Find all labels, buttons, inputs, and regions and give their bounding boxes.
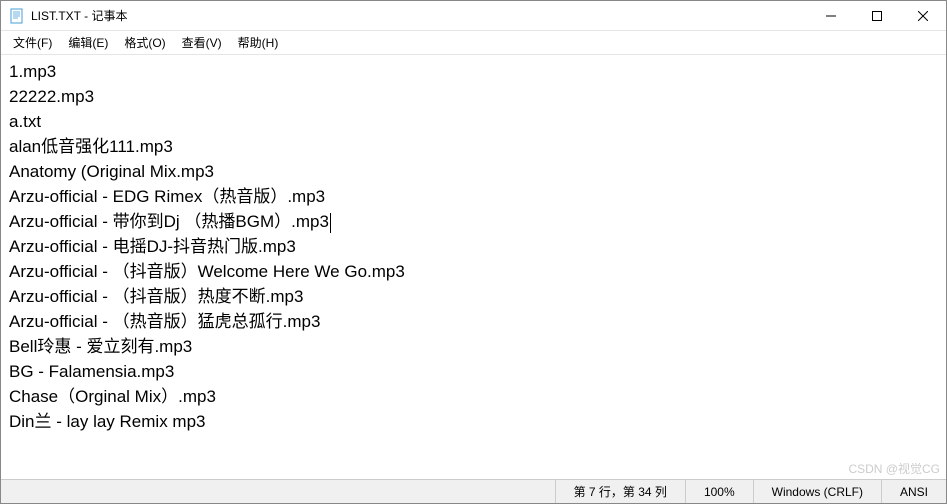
window-title: LIST.TXT - 记事本 [31, 7, 808, 24]
status-line-ending: Windows (CRLF) [753, 480, 881, 503]
text-line: Arzu-official - （抖音版）热度不断.mp3 [9, 284, 938, 309]
text-line: Arzu-official - （热音版）猛虎总孤行.mp3 [9, 309, 938, 334]
menu-format[interactable]: 格式(O) [120, 32, 169, 53]
text-line: Din兰 - lay lay Remix mp3 [9, 409, 938, 434]
text-line: BG - Falamensia.mp3 [9, 359, 938, 384]
text-line: Arzu-official - 电摇DJ-抖音热门版.mp3 [9, 234, 938, 259]
text-line: 1.mp3 [9, 59, 938, 84]
text-line: Bell玲惠 - 爱立刻有.mp3 [9, 334, 938, 359]
text-line: alan低音强化111.mp3 [9, 134, 938, 159]
menu-view[interactable]: 查看(V) [178, 32, 226, 53]
menubar: 文件(F) 编辑(E) 格式(O) 查看(V) 帮助(H) [1, 31, 946, 55]
text-line: Arzu-official - EDG Rimex（热音版）.mp3 [9, 184, 938, 209]
menu-help[interactable]: 帮助(H) [234, 32, 283, 53]
status-encoding: ANSI [881, 480, 946, 503]
menu-edit[interactable]: 编辑(E) [64, 32, 112, 53]
text-line: Chase（Orginal Mix）.mp3 [9, 384, 938, 409]
window-controls [808, 1, 946, 31]
notepad-icon [9, 8, 25, 24]
watermark: CSDN @视觉CG [848, 460, 940, 477]
maximize-button[interactable] [854, 1, 900, 31]
status-zoom: 100% [685, 480, 753, 503]
minimize-button[interactable] [808, 1, 854, 31]
text-editor-area[interactable]: 1.mp322222.mp3a.txtalan低音强化111.mp3Anatom… [1, 55, 946, 479]
text-line: Arzu-official - 带你到Dj （热播BGM）.mp3 [9, 209, 938, 234]
text-line: 22222.mp3 [9, 84, 938, 109]
text-line: a.txt [9, 109, 938, 134]
text-line: Anatomy (Original Mix.mp3 [9, 159, 938, 184]
menu-file[interactable]: 文件(F) [9, 32, 56, 53]
close-button[interactable] [900, 1, 946, 31]
status-position: 第 7 行，第 34 列 [555, 480, 685, 503]
titlebar: LIST.TXT - 记事本 [1, 1, 946, 31]
statusbar: 第 7 行，第 34 列 100% Windows (CRLF) ANSI [1, 479, 946, 503]
text-line: Arzu-official - （抖音版）Welcome Here We Go.… [9, 259, 938, 284]
